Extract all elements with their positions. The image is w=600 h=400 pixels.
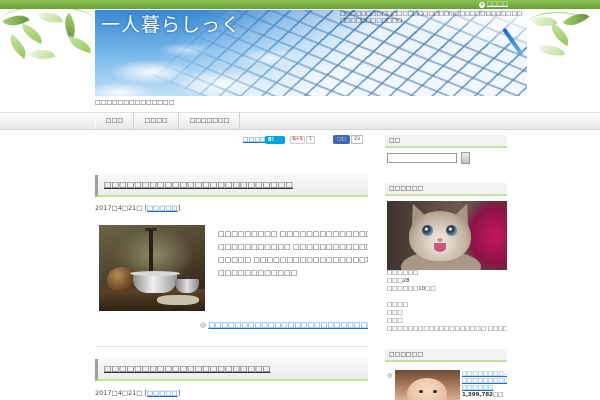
nav-item-2[interactable]: □□□□ (134, 113, 179, 129)
post-meta: 2017□4□21□ □□□□□ (95, 204, 180, 213)
excerpt-line: □□□□□□□□□□□□ (218, 269, 298, 277)
double-circle-icon: ◎ (387, 372, 393, 379)
post-title-link[interactable]: □□□□□□□□□□□□□□□□□□□□□□□□□ (104, 175, 368, 195)
profile-line: □□□ (387, 318, 403, 324)
painting-pot (133, 273, 177, 293)
baby-eye (433, 390, 437, 393)
leaf-decoration (4, 34, 32, 59)
ranking-item: □□□□□□□□…□ □□□□□□□□□,□ □□□□□□ 1,399,782□… (462, 371, 507, 399)
facebook-like-button[interactable]: □□ 23 (333, 135, 363, 144)
site-tagline: □□□□□□□□□□□□□□ (95, 99, 175, 106)
leaf-decoration (28, 44, 56, 65)
nav-items: □□□ □□□□ □□□□□□□ (95, 113, 241, 129)
profile-gap (387, 293, 507, 301)
hatena-bookmark-button[interactable]: B! (265, 136, 285, 144)
leaf-decoration (67, 36, 93, 53)
kitten-nose (437, 238, 443, 242)
post-title-bar: □□□□□□□□□□□□□□□□□□□□□□□□□ (95, 175, 368, 197)
gplus-button[interactable]: G+1 1 (290, 136, 315, 144)
gplus-label[interactable]: G+1 (290, 136, 305, 144)
facebook-like-label[interactable]: □□ (333, 135, 350, 144)
site-logo[interactable]: 一人暮らしっく (101, 14, 241, 36)
double-circle-icon: ◎ (200, 321, 207, 329)
search-widget-title: □□ (385, 135, 507, 148)
profile-line: □□□28 (387, 278, 410, 284)
facebook-like-count: 23 (351, 135, 363, 144)
excerpt-line: □□□□□□□□□□□ □□□□□□□□□□□□□□□ (218, 243, 368, 251)
baby-eye (419, 390, 423, 393)
post-category-link[interactable]: □□□□□ (147, 204, 178, 212)
profile-line: □□□ (387, 310, 403, 316)
post-title-bar: □□□□□□□□□□□□□□□□□□□□□□ (95, 359, 368, 381)
top-bar-link-label[interactable]: □□□□ (487, 0, 508, 9)
gplus-count: 1 (306, 136, 315, 144)
ranking-link[interactable]: □□□□□□□□□,□ (462, 378, 507, 385)
ranking-count: 1,399,782□□ (462, 392, 504, 398)
arrow-circle-icon (479, 1, 485, 8)
kitten-mouth (434, 243, 446, 252)
post-category: □□□□□ (142, 389, 180, 397)
nav-item-1[interactable]: □□□ (95, 113, 135, 129)
top-bar-link[interactable]: □□□□ (479, 0, 508, 9)
post-date: 2017□4□21□ (95, 204, 143, 212)
site-description: □□□□□□□□□□□□□□□□□□□□□□□□□□□□□□□□□□□□□□□□… (340, 11, 522, 24)
post-category: □□□□□ (142, 204, 180, 212)
painting-pot-rim (130, 271, 180, 276)
profile-image (387, 201, 507, 270)
profile-line: □□□□ (387, 302, 408, 308)
header-image[interactable]: 一人暮らしっく □□□□□□□□□□□□□□□□□□□□□□□□□□□□□□□□… (95, 10, 527, 96)
post-thumbnail[interactable] (99, 225, 205, 311)
read-more[interactable]: ◎ □□□□□□□□□□□□□□□□□□□□□□□□□□□□□ (200, 321, 368, 330)
leaf-decoration (539, 42, 565, 59)
painting-cloth (157, 295, 199, 305)
main-nav: □□□ □□□□ □□□□□□□ (0, 112, 600, 130)
top-bar (0, 0, 600, 9)
kitten-eye (446, 225, 457, 236)
ranking-widget-title: □□□□□□ (385, 349, 507, 362)
search-button[interactable] (461, 152, 470, 164)
baby-face (407, 378, 447, 400)
share-link[interactable]: □□□□ (243, 135, 266, 144)
post-title-link[interactable]: □□□□□□□□□□□□□□□□□□□□□□ (104, 359, 368, 379)
ranking-link[interactable]: □□□□□□□□…□ (462, 371, 507, 378)
kitten-head (409, 211, 471, 261)
post-date: 2017□4□21□ (95, 389, 143, 397)
profile-line: □□□□□□ (387, 270, 419, 276)
profile-text: □□□□□□ □□□28 □□□□□□10□□ □□□□ □□□ □□□ □□□… (387, 269, 507, 333)
post-excerpt: □□□□□□□□□ □□□□□□□□□□□□□ □□□□□ □□□□□□ □□□□□… (218, 228, 368, 280)
search-input[interactable] (387, 153, 457, 163)
post-meta: 2017□4□21□ □□□□□ (95, 389, 180, 398)
post-divider (95, 346, 368, 347)
profile-line: □□□□□□10□□ (387, 286, 436, 292)
excerpt-line: □□□□□ □□□□□□□□□□□□□□□□□100□ (218, 256, 368, 264)
profile-line: □□□□□□□□□□□□□□□□□□□ □□□□□□□□ (387, 326, 507, 332)
kitten-eye (422, 225, 433, 236)
post-category-link[interactable]: □□□□□ (147, 389, 178, 397)
read-more-link[interactable]: □□□□□□□□□□□□□□□□□□□□□□□□□□□□□ (208, 321, 368, 329)
ranking-thumbnail[interactable] (395, 370, 460, 400)
ranking-link[interactable]: □□□□□□ (462, 385, 507, 392)
nav-item-3[interactable]: □□□□□□□ (178, 113, 241, 129)
excerpt-line: □□□□□□□□□ □□□□□□□□□□□□□□□□□□ (218, 230, 368, 238)
profile-widget-title: □□□□□□ (385, 183, 507, 196)
painting-candlestick (149, 230, 153, 276)
